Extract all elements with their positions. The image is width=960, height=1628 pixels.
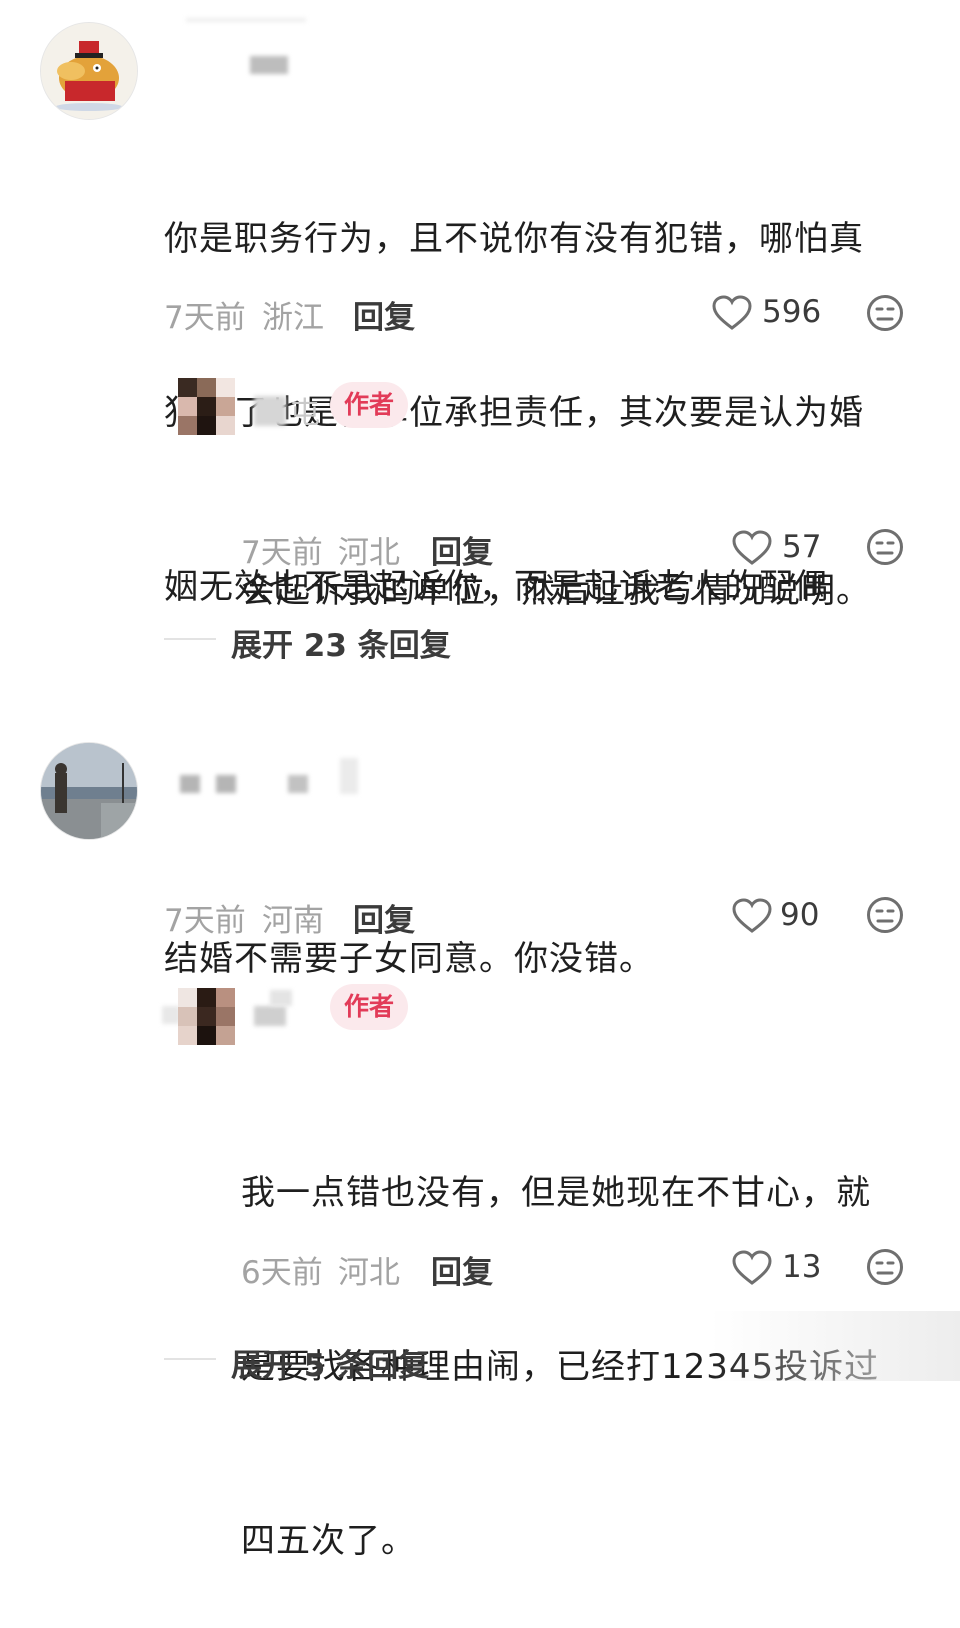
neutral-face-icon[interactable]	[866, 896, 904, 934]
heart-outline-icon[interactable]	[712, 295, 752, 331]
commenter-avatar[interactable]	[40, 742, 138, 840]
heart-outline-icon[interactable]	[732, 898, 772, 934]
author-name-fragment: 屯	[290, 396, 320, 431]
like-count: 90	[780, 897, 820, 933]
comment-line: 你是职务行为，且不说你有没有犯错，哪怕真	[164, 219, 864, 259]
neutral-face-icon[interactable]	[866, 528, 904, 566]
expand-divider	[164, 1358, 216, 1360]
author-name-redacted	[254, 1006, 286, 1026]
comment-time: 7天前	[164, 300, 246, 336]
comment-location: 河南	[262, 903, 324, 939]
neutral-face-icon[interactable]	[866, 1248, 904, 1286]
reply-line: 四五次了。	[241, 1521, 416, 1561]
watermark	[710, 1311, 960, 1381]
heart-outline-icon[interactable]	[732, 530, 772, 566]
author-name-redacted	[254, 396, 286, 426]
author-badge: 作者	[330, 382, 409, 428]
reply-time: 7天前	[241, 535, 323, 571]
commenter-name-redacted	[186, 18, 306, 22]
author-avatar[interactable]	[178, 988, 235, 1045]
seaside-photo-avatar-icon	[41, 743, 137, 839]
author-avatar[interactable]	[178, 378, 235, 435]
commenter-name-redacted	[288, 775, 308, 793]
neutral-face-icon[interactable]	[866, 294, 904, 332]
reply-button[interactable]: 回复	[353, 292, 415, 337]
expand-divider	[164, 638, 216, 640]
expand-replies-button[interactable]: 展开 23 条回复	[231, 620, 451, 665]
like-count: 596	[762, 294, 822, 330]
commenter-name-redacted	[180, 775, 200, 793]
reply-line: 我一点错也没有，但是她现在不甘心，就	[241, 1173, 871, 1213]
reply-button[interactable]: 回复	[431, 1247, 493, 1292]
commenter-name-redacted	[250, 56, 288, 74]
psyduck-avatar-icon	[41, 23, 137, 119]
heart-outline-icon[interactable]	[732, 1250, 772, 1286]
reply-button[interactable]: 回复	[353, 895, 415, 940]
reply-time: 6天前	[241, 1255, 323, 1291]
reply-button[interactable]: 回复	[431, 527, 493, 572]
like-count: 57	[782, 529, 822, 565]
author-badge: 作者	[330, 984, 409, 1030]
comment-time: 7天前	[164, 903, 246, 939]
reply-location: 河北	[338, 535, 400, 571]
commenter-name-redacted	[340, 758, 358, 794]
like-count: 13	[782, 1249, 822, 1285]
commenter-avatar[interactable]	[40, 22, 138, 120]
expand-replies-button[interactable]: 展开 5 条回复	[231, 1340, 429, 1385]
reply-location: 河北	[338, 1255, 400, 1291]
comment-location: 浙江	[262, 300, 324, 336]
author-name-redacted	[270, 990, 292, 1006]
commenter-name-redacted	[216, 775, 236, 793]
